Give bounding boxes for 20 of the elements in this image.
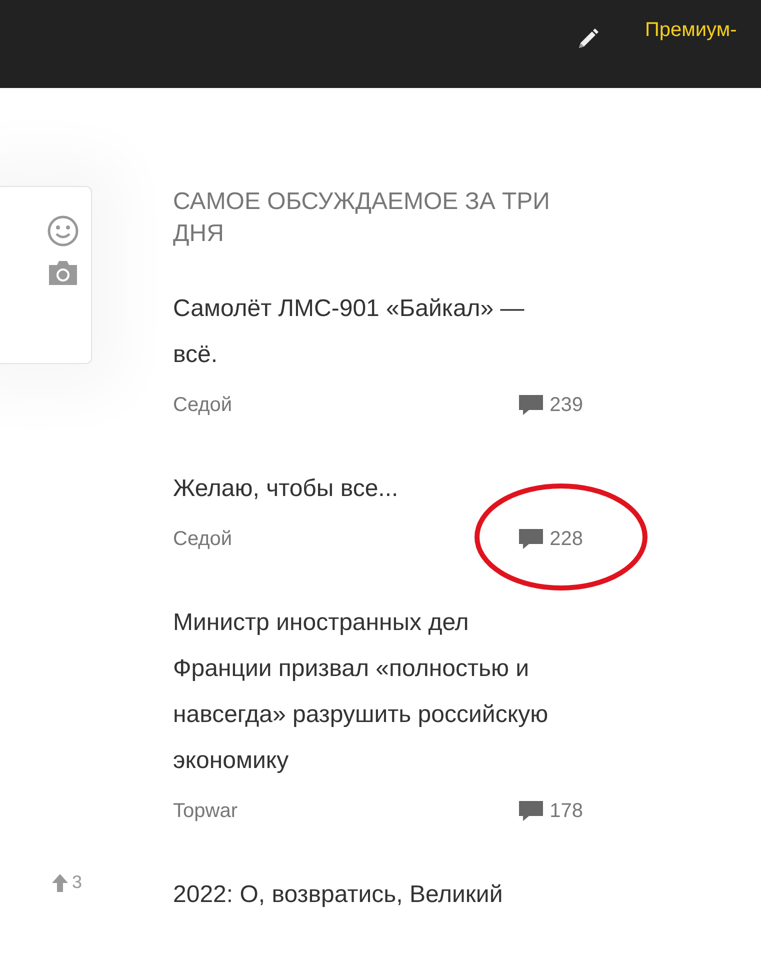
article-title-link[interactable]: Желаю, чтобы все... (173, 466, 568, 512)
smiley-icon[interactable] (47, 215, 79, 247)
comment-icon (518, 394, 544, 416)
section-heading: САМОЕ ОБСУЖДАЕМОЕ ЗА ТРИ ДНЯ (173, 187, 551, 249)
article-author: Седой (173, 393, 232, 418)
comment-count: 228 (550, 527, 583, 552)
article-author: Седой (173, 527, 232, 552)
comment-icon (518, 528, 544, 550)
up-arrow-icon[interactable] (52, 874, 68, 892)
article-author: Topwar (173, 799, 238, 824)
vote-count: 3 (72, 871, 82, 894)
comment-count: 178 (550, 799, 583, 824)
premium-link[interactable]: Премиум- (645, 15, 737, 45)
comment-count: 239 (550, 393, 583, 418)
article-title-link[interactable]: Министр иностранных дел Франции призвал «полностью и навсегда» разрушить российскую экономику (173, 600, 568, 784)
article-title-link[interactable]: Самолёт ЛМС-901 «Байкал» — всё. (173, 286, 568, 378)
article-title-link[interactable]: 2022: О, возвратись, Великий (173, 872, 568, 918)
pencil-icon[interactable] (576, 27, 600, 51)
comment-icon (518, 800, 544, 822)
camera-icon[interactable] (47, 259, 79, 287)
